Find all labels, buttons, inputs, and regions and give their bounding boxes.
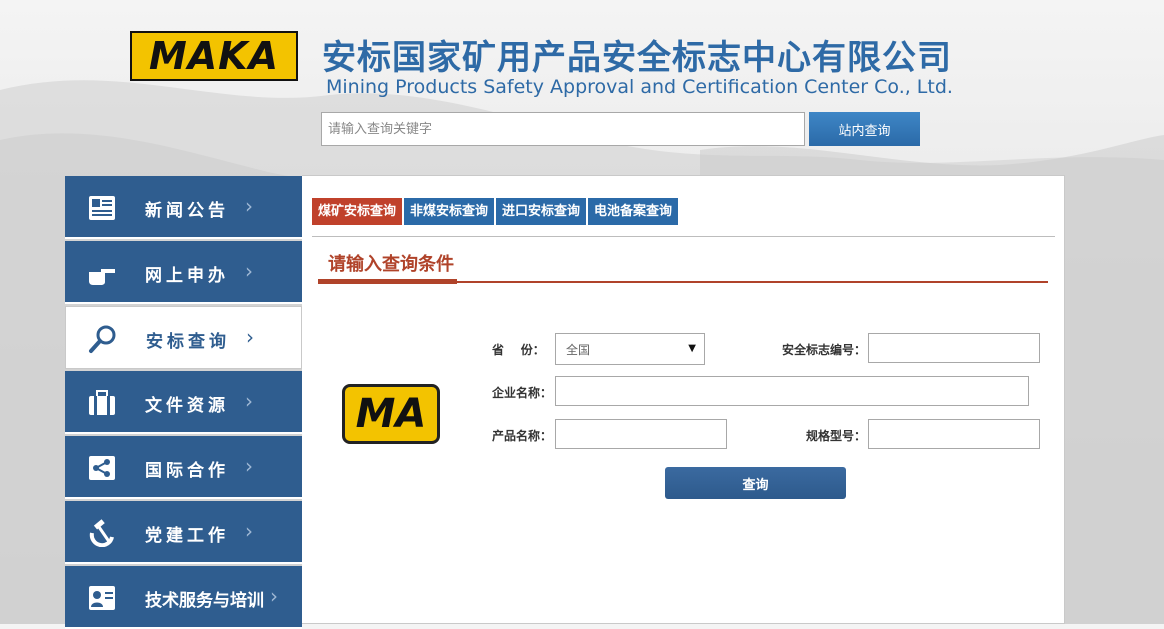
briefcase-icon (87, 388, 117, 418)
ma-logo: MA (342, 384, 440, 444)
chevron-right-icon: › (245, 194, 253, 218)
dropdown-arrow-icon: ▼ (688, 343, 696, 354)
query-panel: 煤矿安标查询 非煤安标查询 进口安标查询 电池备案查询 请输入查询条件 MA 省… (302, 175, 1065, 624)
hammer-sickle-icon (87, 518, 117, 548)
section-divider-accent (318, 279, 457, 284)
sidebar-item-intl-cooperation[interactable]: 国际合作 › (65, 436, 302, 499)
product-label: 产品名称： (492, 429, 553, 443)
news-icon (87, 193, 117, 223)
section-title: 请输入查询条件 (328, 254, 454, 275)
sidebar-item-news[interactable]: 新闻公告 › (65, 176, 302, 239)
province-label: 省 份： (492, 343, 545, 357)
chevron-right-icon: › (246, 325, 254, 349)
sidebar-item-label: 安标查询 (146, 332, 230, 352)
sidebar-item-label: 新闻公告 (145, 201, 229, 221)
model-input[interactable] (868, 419, 1040, 449)
share-icon (87, 453, 117, 483)
maka-logo[interactable]: MAKA (130, 31, 298, 81)
sidebar-item-file-resources[interactable]: 文件资源 › (65, 371, 302, 434)
sidebar-item-label: 文件资源 (145, 396, 229, 416)
sidebar-nav: 新闻公告 › 网上申办 › 安标查询 › 文件资源 › 国际合作 › 党建工作 … (65, 176, 302, 629)
model-label: 规格型号： (806, 429, 867, 443)
hand-pointer-icon (87, 258, 117, 288)
product-input[interactable] (555, 419, 727, 449)
sidebar-item-online-apply[interactable]: 网上申办 › (65, 241, 302, 304)
safety-no-label: 安全标志编号： (782, 343, 867, 357)
safety-no-input[interactable] (868, 333, 1040, 363)
site-title-cn: 安标国家矿用产品安全标志中心有限公司 (322, 38, 952, 78)
province-select[interactable]: 全国 ▼ (555, 333, 705, 365)
chevron-right-icon: › (270, 584, 278, 608)
id-card-icon (87, 583, 117, 613)
tab-import-query[interactable]: 进口安标查询 (496, 198, 587, 225)
sidebar-item-tech-service[interactable]: 技术服务与培训 › (65, 566, 302, 629)
tab-battery-query[interactable]: 电池备案查询 (588, 198, 679, 225)
chevron-right-icon: › (245, 519, 253, 543)
site-search-input[interactable] (321, 112, 805, 146)
sidebar-item-label: 网上申办 (145, 266, 229, 286)
sidebar-item-party-building[interactable]: 党建工作 › (65, 501, 302, 564)
tab-coal-mine-query[interactable]: 煤矿安标查询 (312, 198, 403, 225)
sidebar-item-safety-query[interactable]: 安标查询 › (65, 306, 302, 369)
site-header: MAKA 安标国家矿用产品安全标志中心有限公司 Mining Products … (0, 0, 1164, 176)
sidebar-item-label: 技术服务与培训 (145, 591, 264, 611)
company-input[interactable] (555, 376, 1029, 406)
chevron-right-icon: › (245, 389, 253, 413)
site-search-button[interactable]: 站内查询 (809, 112, 920, 146)
chevron-right-icon: › (245, 454, 253, 478)
sidebar-item-label: 党建工作 (145, 526, 229, 546)
search-icon (88, 324, 118, 354)
company-label: 企业名称： (492, 386, 553, 400)
tab-divider (312, 236, 1055, 237)
query-tabs: 煤矿安标查询 非煤安标查询 进口安标查询 电池备案查询 (312, 198, 680, 225)
province-select-value: 全国 (566, 342, 591, 357)
chevron-right-icon: › (245, 259, 253, 283)
site-title-en: Mining Products Safety Approval and Cert… (326, 76, 953, 98)
query-button[interactable]: 查询 (665, 467, 846, 499)
sidebar-item-label: 国际合作 (145, 461, 229, 481)
tab-non-coal-query[interactable]: 非煤安标查询 (404, 198, 495, 225)
